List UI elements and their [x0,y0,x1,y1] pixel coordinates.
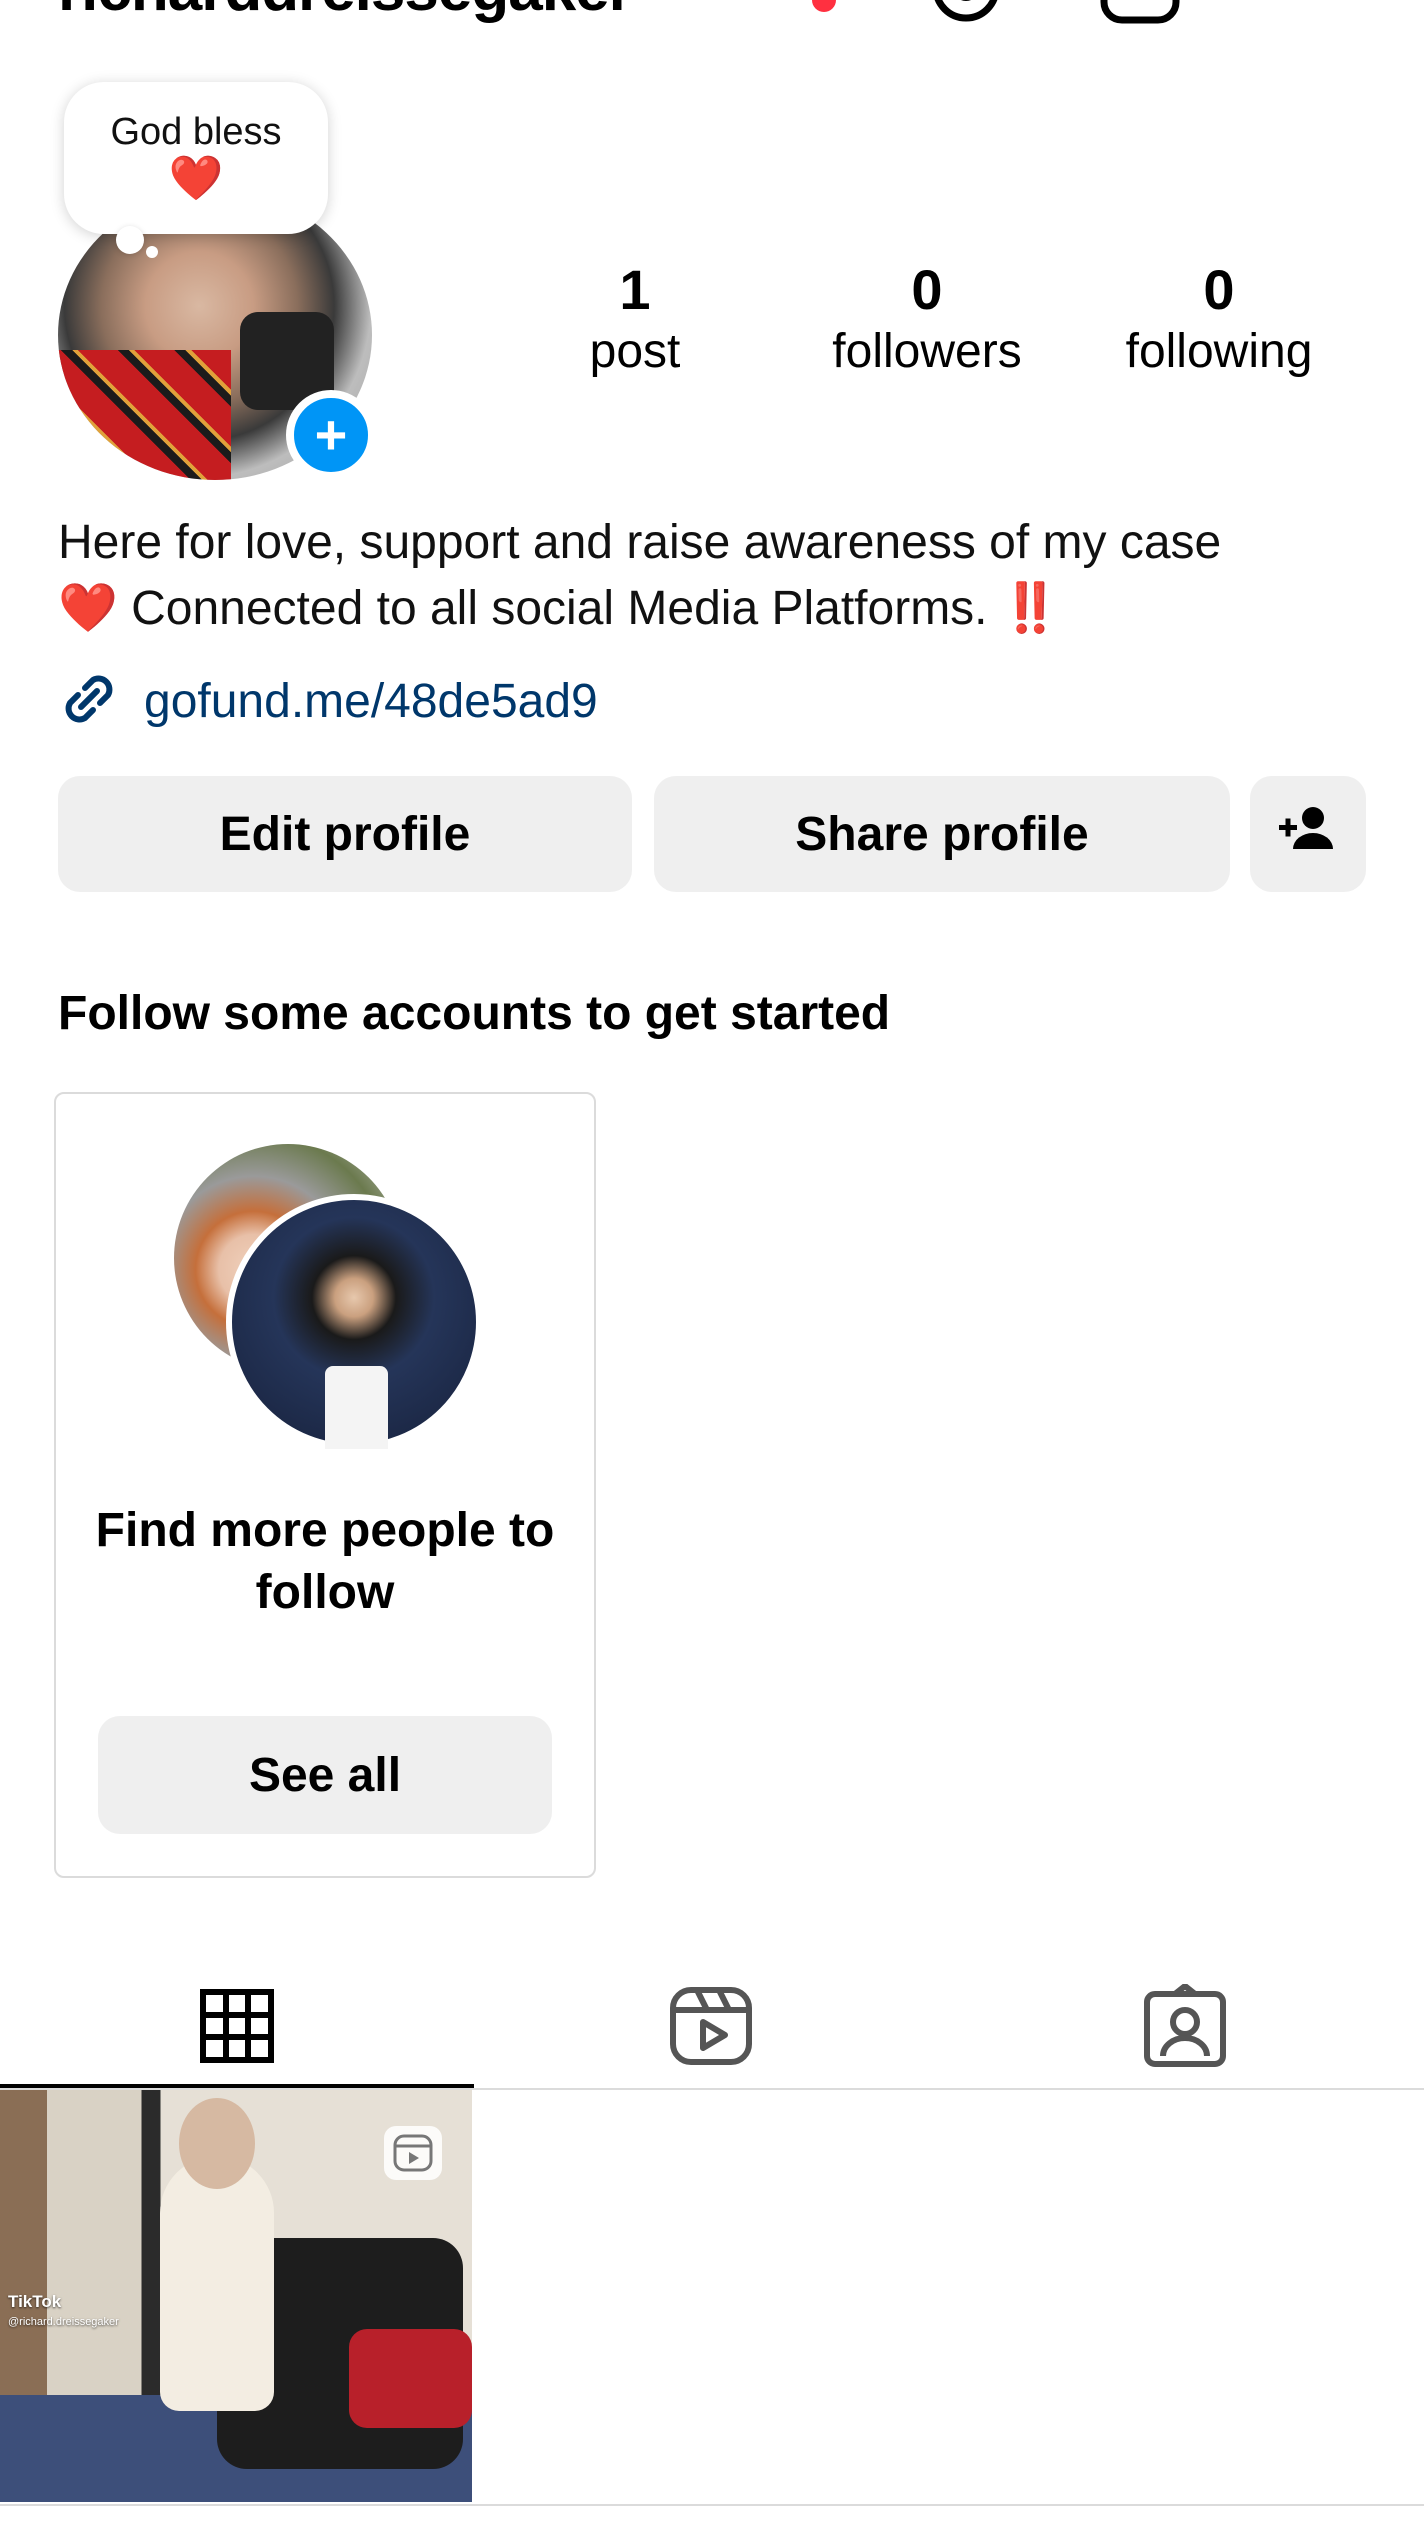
post-person-head [179,2098,255,2189]
following-label: following [1125,325,1313,378]
profile-bio: Here for love, support and raise awarene… [58,510,1378,642]
followers-count: 0 [911,258,943,321]
tab-tagged[interactable] [948,1966,1422,2090]
bio-link[interactable]: gofund.me/48de5ad9 [58,668,598,735]
share-profile-button[interactable]: Share profile [654,776,1230,892]
stat-followers[interactable]: 0 followers [797,258,1057,382]
bio-line-2: Connected to all social Media Platforms. [131,582,988,635]
grid-icon [199,1988,275,2069]
profile-username[interactable]: richarddreissegaker [58,0,633,25]
discover-people-button[interactable] [1250,776,1366,892]
tiktok-handle: @richard.dreissegaker [8,2316,119,2328]
double-exclamation-icon: ‼️ [1000,582,1061,635]
avatar-figure [324,1365,389,1449]
note-heart-icon: ❤️ [168,154,224,203]
posts-label: post [589,325,681,378]
bio-link-text[interactable]: gofund.me/48de5ad9 [144,674,598,729]
bio-line-2-row: ❤️ Connected to all social Media Platfor… [58,576,1378,642]
followers-label: followers [832,325,1022,378]
post-wheelchair-seat [349,2328,472,2428]
menu-icon[interactable] [1280,0,1352,26]
note-bubble[interactable]: God bless ❤️ [64,82,328,234]
tab-grid[interactable] [0,1966,474,2090]
see-all-button[interactable]: See all [98,1716,552,1834]
note-tail [116,226,144,254]
note-text: God bless [110,111,282,153]
tagged-person-icon [1143,1982,1227,2073]
tiktok-watermark: TikTok @richard.dreissegaker [8,2292,119,2332]
note-tail-small [146,246,158,258]
avatar-blanket [58,349,231,480]
reels-icon [669,1986,753,2071]
following-count: 0 [1203,258,1235,321]
stat-following[interactable]: 0 following [1089,258,1349,382]
suggestions-title: Follow some accounts to get started [58,987,891,1040]
edit-profile-button[interactable]: Edit profile [58,776,632,892]
bottom-divider [0,2504,1424,2506]
add-person-icon [1279,805,1337,863]
tiktok-logo-text: TikTok [8,2292,62,2311]
post-person [160,2155,274,2412]
link-icon [58,668,120,735]
bio-line-1: Here for love, support and raise awarene… [58,516,1222,569]
reel-badge-icon [384,2126,442,2180]
notification-dot [812,0,836,12]
stat-posts[interactable]: 1 post [505,258,765,382]
heart-icon: ❤️ [58,582,118,635]
new-post-icon[interactable] [1100,0,1180,26]
suggestion-card-title: Find more people to follow [95,1504,555,1619]
tab-reels[interactable] [474,1966,948,2090]
threads-icon[interactable] [930,0,1002,26]
add-story-icon[interactable]: + [286,390,376,480]
posts-count: 1 [619,258,651,321]
suggested-avatar-front [226,1194,482,1450]
